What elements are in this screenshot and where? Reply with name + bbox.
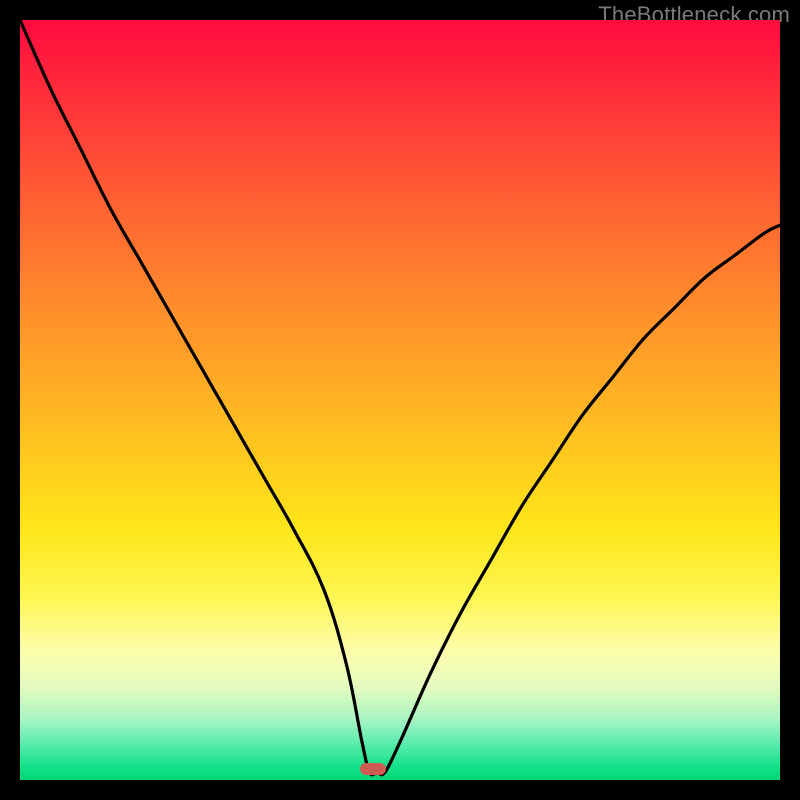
bottleneck-curve (20, 20, 780, 780)
optimal-marker (360, 763, 386, 775)
chart-frame: TheBottleneck.com (0, 0, 800, 800)
curve-path (20, 20, 780, 775)
gradient-plot-area (20, 20, 780, 780)
